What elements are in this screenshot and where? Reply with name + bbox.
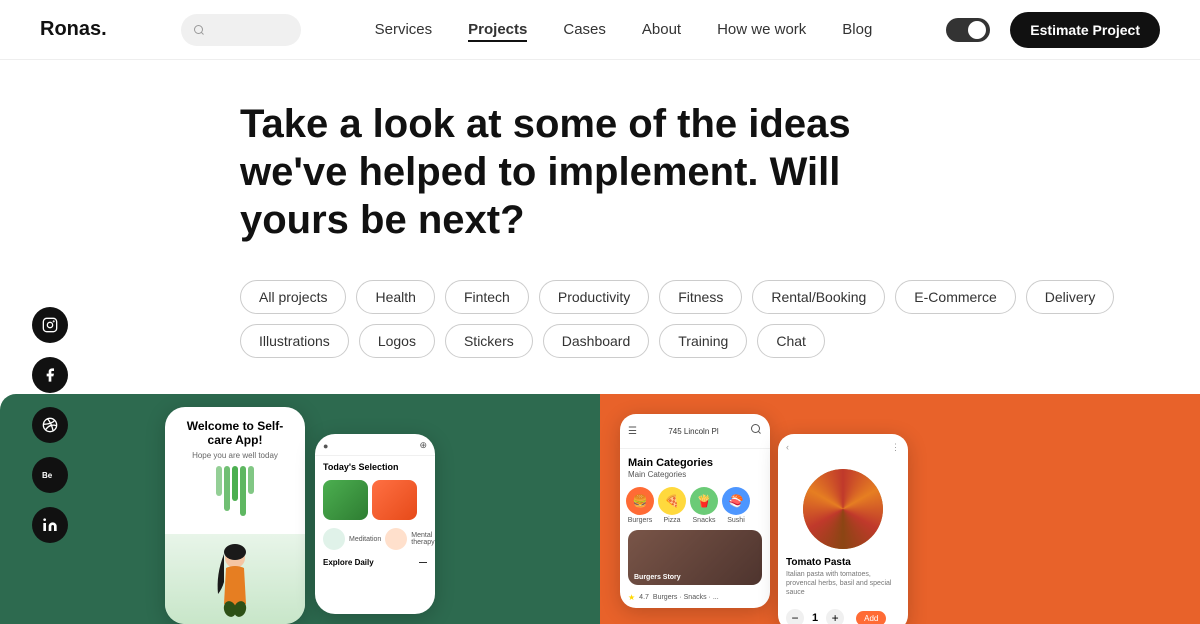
estimate-button[interactable]: Estimate Project xyxy=(1010,12,1160,48)
card-mental xyxy=(372,480,417,520)
filter-rental[interactable]: Rental/Booking xyxy=(752,280,885,314)
filter-ecommerce[interactable]: E-Commerce xyxy=(895,280,1015,314)
dribbble-icon[interactable] xyxy=(32,407,68,443)
logo: Ronas. xyxy=(40,18,107,41)
mental-label: Mental therapy xyxy=(411,532,434,546)
social-sidebar: Be xyxy=(32,307,68,543)
filter-productivity[interactable]: Productivity xyxy=(539,280,649,314)
filter-fitness[interactable]: Fitness xyxy=(659,280,742,314)
nav-item-about[interactable]: About xyxy=(642,21,681,39)
back-icon: ‹ xyxy=(786,442,789,453)
qty-value: 1 xyxy=(812,612,818,624)
nav-item-how-we-work[interactable]: How we work xyxy=(717,21,806,39)
pasta-desc: Italian pasta with tomatoes, provencal h… xyxy=(778,570,908,605)
star-icon: ★ xyxy=(628,593,635,602)
instagram-icon[interactable] xyxy=(32,307,68,343)
todays-title: Today's Selection xyxy=(315,456,435,476)
facebook-icon[interactable] xyxy=(32,357,68,393)
nav-item-cases[interactable]: Cases xyxy=(563,21,606,39)
stat-bars xyxy=(175,466,295,516)
filter-logos[interactable]: Logos xyxy=(359,324,435,358)
filter-illustrations[interactable]: Illustrations xyxy=(240,324,349,358)
project-cards: Welcome to Self-care App! Hope you are w… xyxy=(0,394,1200,624)
behance-icon[interactable]: Be xyxy=(32,457,68,493)
filter-stickers[interactable]: Stickers xyxy=(445,324,533,358)
theme-toggle[interactable] xyxy=(946,18,990,42)
qty-plus[interactable]: + xyxy=(826,609,844,624)
category-sushi: 🍣 Sushi xyxy=(722,487,750,524)
food-subtitle: Main Categories xyxy=(628,470,762,479)
quantity-control: − 1 + Add xyxy=(778,605,908,624)
filter-all[interactable]: All projects xyxy=(240,280,346,314)
phone2-header: ● ⊕ xyxy=(315,434,435,456)
filter-tags: All projects Health Fintech Productivity… xyxy=(240,280,1160,358)
thumb-row: Meditation Mental therapy xyxy=(315,524,435,552)
nav-links: Services Projects Cases About How we wor… xyxy=(375,21,873,39)
qty-minus[interactable]: − xyxy=(786,609,804,624)
navbar: Ronas. Services Projects Cases About How… xyxy=(0,0,1200,60)
food-categories: 🍔 Burgers 🍕 Pizza 🍟 Snacks 🍣 Sushi xyxy=(620,487,770,530)
filter-training[interactable]: Training xyxy=(659,324,747,358)
phone-welcome-subtitle: Hope you are well today xyxy=(175,451,295,460)
card-food[interactable]: ☰ 745 Lincoln Pl Main Categories Main Ca… xyxy=(600,394,1200,624)
hero-heading: Take a look at some of the ideas we've h… xyxy=(240,100,940,244)
pasta-header: ‹ ⋮ xyxy=(778,434,908,453)
filter-chat[interactable]: Chat xyxy=(757,324,825,358)
person-illustration xyxy=(208,544,263,624)
main-content: Take a look at some of the ideas we've h… xyxy=(0,60,1200,358)
food-category-label: Burgers · Snacks · ... xyxy=(653,594,719,601)
food-location: 745 Lincoln Pl xyxy=(668,427,718,436)
pasta-title: Tomato Pasta xyxy=(778,549,908,570)
pasta-image xyxy=(803,469,883,549)
rating-value: 4.7 xyxy=(639,594,649,601)
explore-btn: Explore Daily — xyxy=(315,552,435,573)
nav-item-projects[interactable]: Projects xyxy=(468,21,527,39)
phone-welcome: Welcome to Self-care App! Hope you are w… xyxy=(165,407,305,624)
explore-label: Explore Daily xyxy=(323,558,374,567)
phone-food-main: ☰ 745 Lincoln Pl Main Categories Main Ca… xyxy=(620,414,770,608)
phone-todays: ● ⊕ Today's Selection Meditation Mental … xyxy=(315,434,435,614)
nav-item-services[interactable]: Services xyxy=(375,21,433,39)
category-pizza: 🍕 Pizza xyxy=(658,487,686,524)
menu-icon: ☰ xyxy=(628,426,637,437)
filter-delivery[interactable]: Delivery xyxy=(1026,280,1115,314)
nav-right: Estimate Project xyxy=(946,12,1160,48)
more-icon: ⋮ xyxy=(891,442,900,453)
svg-text:Be: Be xyxy=(42,471,53,480)
illustration-area xyxy=(165,534,305,624)
search-bar[interactable] xyxy=(181,14,301,46)
filter-health[interactable]: Health xyxy=(356,280,434,314)
phone-pasta: ‹ ⋮ Tomato Pasta Italian pasta with toma… xyxy=(778,434,908,624)
search-icon xyxy=(193,24,205,36)
food-search-icon xyxy=(750,422,762,440)
food-categories-title: Main Categories Main Categories xyxy=(620,449,770,487)
food-rating: ★ 4.7 Burgers · Snacks · ... xyxy=(620,593,770,608)
food-card-image: Burgers Story xyxy=(628,530,762,585)
meditation-label: Meditation xyxy=(349,536,381,543)
phone-welcome-title: Welcome to Self-care App! xyxy=(175,419,295,447)
filter-dashboard[interactable]: Dashboard xyxy=(543,324,650,358)
linkedin-icon[interactable] xyxy=(32,507,68,543)
today-cards xyxy=(315,476,435,524)
category-snacks: 🍟 Snacks xyxy=(690,487,718,524)
food-card-label: Burgers Story xyxy=(634,574,756,581)
food-header: ☰ 745 Lincoln Pl xyxy=(620,414,770,449)
add-to-cart-button[interactable]: Add xyxy=(856,611,886,624)
phone-container-green: Welcome to Self-care App! Hope you are w… xyxy=(0,394,600,624)
nav-item-blog[interactable]: Blog xyxy=(842,21,872,39)
filter-fintech[interactable]: Fintech xyxy=(445,280,529,314)
card-meditation xyxy=(323,480,368,520)
category-burgers: 🍔 Burgers xyxy=(626,487,654,524)
card-selfcare[interactable]: Welcome to Self-care App! Hope you are w… xyxy=(0,394,600,624)
orange-phones-container: ☰ 745 Lincoln Pl Main Categories Main Ca… xyxy=(600,394,1200,624)
